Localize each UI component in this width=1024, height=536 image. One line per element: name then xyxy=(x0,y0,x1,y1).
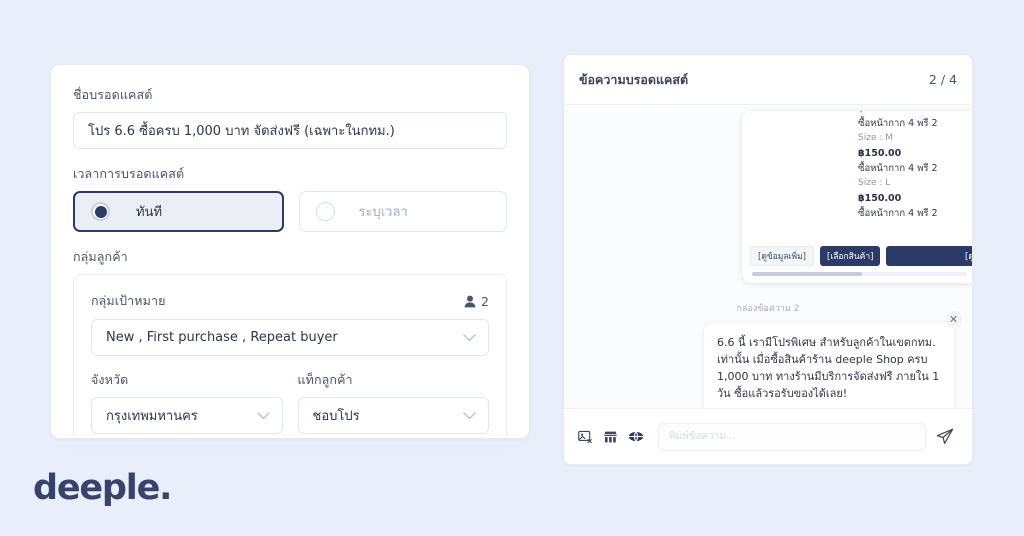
radio-empty-icon xyxy=(315,202,335,221)
product-line: ฿150.00 xyxy=(858,193,902,204)
radio-filled-icon xyxy=(91,202,110,221)
product-more-info-button[interactable]: [ดูข้อมูลเพิ่ม] xyxy=(750,246,814,266)
message-preview-area: ฿150.00 ซื้อหน้ากาก 4 พรี 2 Size : M ฿15… xyxy=(564,105,972,408)
radio-option-immediate[interactable]: ทันที xyxy=(73,191,284,232)
broadcast-name-input[interactable]: โปร 6.6 ซื้อครบ 1,000 บาท จัดส่งฟรี (เฉพ… xyxy=(73,112,507,149)
product-more-info-button-2[interactable]: [ดูข้อมูลเ xyxy=(886,246,972,266)
message-panel-header: ข้อความบรอดแคสต์ 2 / 4 xyxy=(564,55,972,105)
message-panel-title: ข้อความบรอดแคสต์ xyxy=(579,71,689,87)
broadcast-time-label: เวลาการบรอดแคสต์ xyxy=(73,166,185,181)
province-field: จังหวัด กรุงเทพมหานคร xyxy=(91,370,283,434)
message-bubble-wrapper: ✕ 6.6 นี้ เรามีโปรพิเศษ สำหรับลูกค้าในเข… xyxy=(704,311,962,408)
chevron-down-icon xyxy=(463,333,476,342)
deeple-logo: deeple. xyxy=(33,468,172,508)
province-value: กรุงเทพมหานคร xyxy=(106,409,198,424)
product-carousel-card[interactable]: ฿150.00 ซื้อหน้ากาก 4 พรี 2 Size : M ฿15… xyxy=(742,111,972,283)
radio-option-scheduled[interactable]: ระบุเวลา xyxy=(298,191,507,232)
message-box-label: กล่องข้อความ 2 xyxy=(736,304,800,314)
radio-option-immediate-label: ทันที xyxy=(136,205,163,220)
province-label: จังหวัด xyxy=(91,372,129,387)
customer-group-label: กลุ่มลูกค้า xyxy=(73,249,128,264)
product-list: ฿150.00 ซื้อหน้ากาก 4 พรี 2 Size : M ฿15… xyxy=(858,111,972,221)
image-icon[interactable] xyxy=(578,430,593,444)
product-box-icon[interactable] xyxy=(628,430,644,443)
product-line: Size : L xyxy=(858,178,891,188)
target-group-select[interactable]: New , First purchase , Repeat buyer xyxy=(91,319,489,356)
target-group-header: กลุ่มเป้าหมาย 2 xyxy=(91,291,489,311)
broadcast-name-label: ชื่อบรอดแคสต์ xyxy=(73,87,153,102)
product-line: ซื้อหน้ากาก 4 พรี 2 xyxy=(858,163,938,174)
customer-tag-label: แท็กลูกค้า xyxy=(297,372,353,387)
person-icon xyxy=(464,295,476,308)
target-group-count-value: 2 xyxy=(481,293,489,309)
broadcast-form-card: ชื่อบรอดแคสต์ โปร 6.6 ซื้อครบ 1,000 บาท … xyxy=(50,64,530,453)
product-select-button[interactable]: [เลือกสินค้า] xyxy=(820,246,881,266)
radio-option-scheduled-label: ระบุเวลา xyxy=(358,205,408,220)
chat-composer: พิมพ์ข้อความ... xyxy=(564,408,972,464)
broadcast-time-radio-group: ทันที ระบุเวลา xyxy=(73,191,507,232)
app-root: ชื่อบรอดแคสต์ โปร 6.6 ซื้อครบ 1,000 บาท … xyxy=(0,0,1024,536)
message-input-field[interactable]: พิมพ์ข้อความ... xyxy=(658,422,926,451)
product-line: Size : M xyxy=(858,133,893,143)
close-icon[interactable]: ✕ xyxy=(945,311,962,328)
message-input-placeholder: พิมพ์ข้อความ... xyxy=(669,431,736,442)
carousel-scrollbar-thumb[interactable] xyxy=(752,272,862,276)
chevron-down-icon xyxy=(463,411,476,420)
product-card-buttons: [ดูข้อมูลเพิ่ม] [เลือกสินค้า] [ดูข้อมูลเ xyxy=(742,246,972,266)
broadcast-message-panel: ข้อความบรอดแคสต์ 2 / 4 ฿150.00 ซื้อหน้าก… xyxy=(563,54,973,465)
composer-icon-group xyxy=(578,430,644,444)
product-line: ฿150.00 xyxy=(858,148,902,159)
shop-icon[interactable] xyxy=(603,430,618,444)
customer-group-panel: กลุ่มเป้าหมาย 2 New , First purchase , R… xyxy=(73,274,507,453)
product-line: ซื้อหน้ากาก 4 พรี 2 xyxy=(858,118,938,129)
customer-tag-field: แท็กลูกค้า ชอบโปร xyxy=(297,370,489,434)
customer-tag-select[interactable]: ชอบโปร xyxy=(297,397,489,434)
province-select[interactable]: กรุงเทพมหานคร xyxy=(91,397,283,434)
target-group-value: New , First purchase , Repeat buyer xyxy=(106,330,338,345)
message-counter: 2 / 4 xyxy=(928,72,957,87)
send-icon[interactable] xyxy=(936,428,954,445)
message-bubble-text[interactable]: 6.6 นี้ เรามีโปรพิเศษ สำหรับลูกค้าในเขตก… xyxy=(704,323,954,408)
broadcast-name-value: โปร 6.6 ซื้อครบ 1,000 บาท จัดส่งฟรี (เฉพ… xyxy=(88,124,395,139)
customer-tag-value: ชอบโปร xyxy=(312,409,360,424)
product-line: ซื้อหน้ากาก 4 พรี 2 xyxy=(858,208,938,219)
target-group-label: กลุ่มเป้าหมาย xyxy=(91,293,166,308)
target-group-count: 2 xyxy=(464,294,489,309)
chevron-down-icon xyxy=(256,411,270,420)
group-filters-row: จังหวัด กรุงเทพมหานคร แท็กลูกค้า ชอบโปร xyxy=(91,370,489,434)
